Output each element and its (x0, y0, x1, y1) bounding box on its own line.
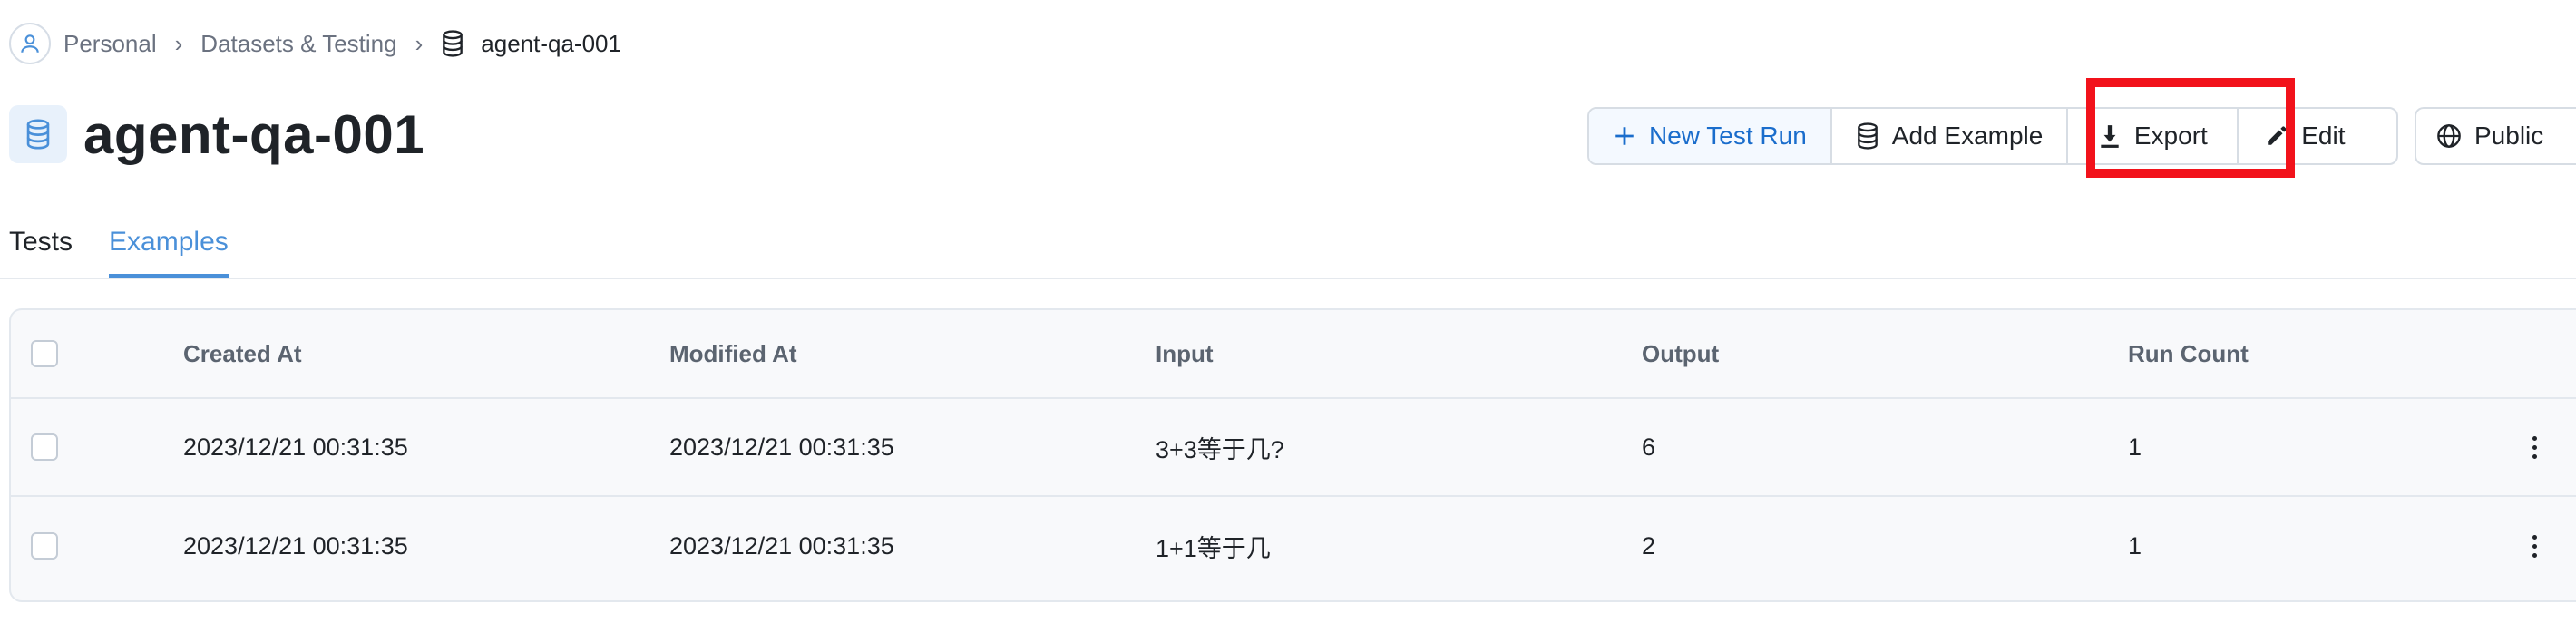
tab-tests[interactable]: Tests (9, 227, 73, 278)
more-vertical-icon[interactable] (2532, 435, 2537, 459)
page-header: agent-qa-001 (9, 102, 424, 167)
row-checkbox[interactable] (31, 532, 58, 560)
database-icon (9, 105, 67, 163)
column-header-created-at[interactable]: Created At (183, 310, 302, 397)
cell-output: 2 (1642, 531, 1656, 560)
tab-examples[interactable]: Examples (109, 227, 229, 278)
public-label: Public (2474, 122, 2544, 150)
cell-created-at: 2023/12/21 00:31:35 (183, 433, 408, 461)
cell-modified-at: 2023/12/21 00:31:35 (669, 433, 894, 461)
download-icon (2101, 125, 2119, 148)
public-button[interactable]: Public (2416, 109, 2563, 163)
breadcrumb-item-personal[interactable]: Personal (63, 30, 157, 58)
page: Personal › Datasets & Testing › agent-qa… (0, 0, 2576, 633)
new-test-run-label: New Test Run (1649, 122, 1807, 150)
breadcrumb: Personal › Datasets & Testing › agent-qa… (9, 22, 621, 65)
table-header: Created At Modified At Input Output Run … (11, 310, 2576, 399)
user-icon[interactable] (9, 23, 51, 64)
cell-output: 6 (1642, 433, 1656, 461)
breadcrumb-current-label: agent-qa-001 (481, 29, 621, 57)
breadcrumb-item-datasets[interactable]: Datasets & Testing (200, 30, 396, 58)
pencil-icon (2268, 126, 2287, 145)
tab-bar: Tests Examples (0, 214, 2576, 279)
cell-modified-at: 2023/12/21 00:31:35 (669, 531, 894, 560)
cell-input: 3+3等于几? (1156, 435, 1284, 463)
table-row[interactable]: 2023/12/21 00:31:35 2023/12/21 00:31:35 … (11, 399, 2576, 497)
action-toolbar: New Test Run Add Example Export Edit (1587, 107, 2398, 165)
edit-button[interactable]: Edit (2239, 109, 2371, 163)
database-icon (1857, 122, 1878, 150)
cell-input: 1+1等于几 (1156, 534, 1271, 562)
select-all-checkbox[interactable] (31, 340, 58, 367)
column-header-modified-at[interactable]: Modified At (669, 310, 797, 397)
column-header-output[interactable]: Output (1642, 310, 1719, 397)
export-button[interactable]: Export (2068, 109, 2239, 163)
cell-run-count: 1 (2128, 433, 2142, 461)
add-example-label: Add Example (1891, 122, 2044, 150)
chevron-right-icon: › (174, 29, 183, 57)
row-checkbox[interactable] (31, 433, 58, 461)
export-label: Export (2133, 122, 2208, 150)
globe-icon (2437, 124, 2461, 148)
cell-created-at: 2023/12/21 00:31:35 (183, 531, 408, 560)
new-test-run-button[interactable]: New Test Run (1589, 109, 1832, 163)
add-example-button[interactable]: Add Example (1832, 109, 2069, 163)
table-row[interactable]: 2023/12/21 00:31:35 2023/12/21 00:31:35 … (11, 497, 2576, 595)
edit-label: Edit (2301, 122, 2346, 150)
column-header-run-count[interactable]: Run Count (2128, 310, 2249, 397)
database-icon (443, 30, 463, 57)
cell-run-count: 1 (2128, 531, 2142, 560)
page-title: agent-qa-001 (83, 103, 425, 165)
column-header-input[interactable]: Input (1156, 310, 1214, 397)
public-toggle: Public (2415, 107, 2576, 165)
plus-icon (1615, 127, 1634, 145)
more-vertical-icon[interactable] (2532, 534, 2537, 558)
chevron-right-icon: › (415, 29, 424, 57)
breadcrumb-current: agent-qa-001 (441, 30, 621, 58)
examples-table: Created At Modified At Input Output Run … (9, 308, 2576, 602)
